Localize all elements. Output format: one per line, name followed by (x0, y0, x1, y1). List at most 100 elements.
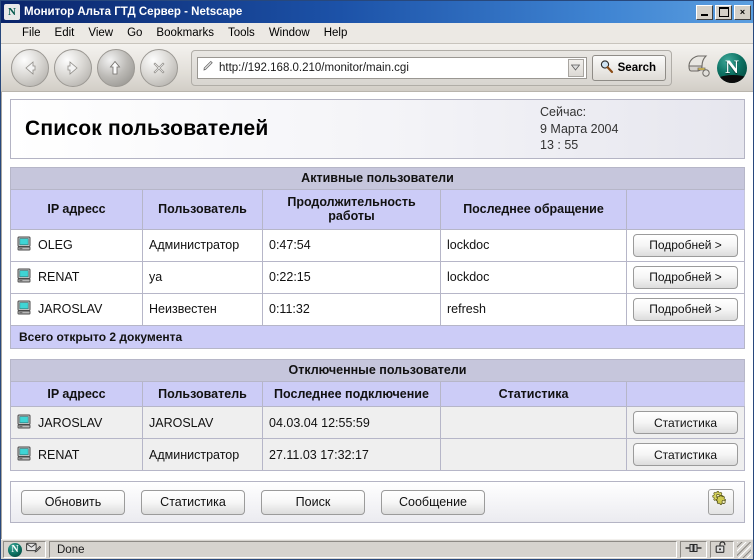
cell-last-connect: 04.03.04 12:55:59 (263, 407, 441, 439)
settings-button[interactable] (708, 489, 734, 515)
page-title: Список пользователей (25, 117, 540, 141)
cell-last-request: lockdoc (441, 261, 627, 293)
monitor-icon (17, 268, 33, 286)
details-button[interactable]: Подробней > (633, 234, 738, 257)
cell-action: Статистика (627, 439, 745, 471)
clock-time: 13 : 55 (540, 137, 730, 154)
resize-grip[interactable] (737, 542, 751, 558)
url-text: http://192.168.0.210/monitor/main.cgi (219, 62, 564, 74)
col-header-last-request: Последнее обращение (441, 190, 627, 230)
menu-item-bookmarks[interactable]: Bookmarks (149, 25, 221, 41)
cell-ip: JAROSLAV (11, 293, 143, 325)
search-button[interactable]: Search (592, 55, 666, 81)
table-row[interactable]: JAROSLAV Неизвестен 0:11:32 refresh Подр… (11, 293, 745, 325)
table-row[interactable]: RENAT ya 0:22:15 lockdoc Подробней > (11, 261, 745, 293)
pen-icon (202, 59, 215, 77)
inactive-users-caption-row: Отключенные пользователи (11, 359, 745, 381)
statistics-button[interactable]: Статистика (633, 411, 738, 434)
security-indicator[interactable] (710, 541, 734, 558)
table-row[interactable]: RENAT Администратор 27.11.03 17:32:17 Ст… (11, 439, 745, 471)
magnifier-icon (599, 59, 614, 77)
print-icon (682, 50, 712, 85)
title-bar: N Монитор Альта ГТД Сервер - Netscape × (1, 1, 753, 23)
print-button[interactable] (682, 50, 712, 85)
window-title: Монитор Альта ГТД Сервер - Netscape (24, 6, 696, 18)
menu-item-edit[interactable]: Edit (48, 25, 82, 41)
netscape-logo-letter: N (725, 57, 739, 79)
back-button[interactable] (11, 49, 49, 87)
stop-button[interactable] (140, 49, 178, 87)
col-header-ip: IP адресс (11, 190, 143, 230)
cell-last-connect: 27.11.03 17:32:17 (263, 439, 441, 471)
unlocked-padlock-icon (715, 541, 729, 559)
inactive-users-table: Отключенные пользователи IP адресс Польз… (10, 359, 745, 471)
cell-ip: OLEG (11, 229, 143, 261)
forward-button[interactable] (54, 49, 92, 87)
netscape-logo-icon[interactable]: N (717, 53, 747, 83)
cell-action: Подробней > (627, 293, 745, 325)
status-bar: N Done (1, 539, 753, 559)
details-button[interactable]: Подробней > (633, 298, 738, 321)
col2-header-stats: Статистика (441, 381, 627, 406)
clock-date: 9 Марта 2004 (540, 121, 730, 138)
col2-header-action (627, 381, 745, 406)
menu-bar: File Edit View Go Bookmarks Tools Window… (1, 23, 753, 44)
url-input[interactable]: http://192.168.0.210/monitor/main.cgi (197, 57, 587, 79)
connection-indicator[interactable] (680, 541, 707, 558)
statistics-button[interactable]: Статистика (141, 490, 245, 515)
minimize-button[interactable] (696, 5, 713, 20)
netscape-icon: N (4, 4, 20, 20)
cell-ip: RENAT (11, 261, 143, 293)
menu-item-file[interactable]: File (15, 25, 48, 41)
menu-item-view[interactable]: View (81, 25, 120, 41)
clock-now-label: Сейчас: (540, 104, 730, 121)
table-row[interactable]: JAROSLAV JAROSLAV 04.03.04 12:55:59 Стат… (11, 407, 745, 439)
cell-stats (441, 439, 627, 471)
cell-ip-text: RENAT (38, 270, 79, 284)
search-button-label: Search (618, 62, 656, 74)
monitor-icon (17, 414, 33, 432)
menu-item-go[interactable]: Go (120, 25, 149, 41)
active-users-caption: Активные пользователи (11, 168, 745, 190)
window-controls: × (696, 5, 751, 20)
forward-arrow-icon (63, 58, 83, 78)
location-bar: http://192.168.0.210/monitor/main.cgi Se… (191, 50, 672, 86)
page-content: Список пользователей Сейчас: 9 Марта 200… (1, 92, 753, 539)
cell-user: ya (143, 261, 263, 293)
monitor-icon (17, 300, 33, 318)
menu-item-window[interactable]: Window (262, 25, 317, 41)
cell-duration: 0:22:15 (263, 261, 441, 293)
cell-ip-text: JAROSLAV (38, 416, 102, 430)
table-row[interactable]: OLEG Администратор 0:47:54 lockdoc Подро… (11, 229, 745, 261)
col-header-user: Пользователь (143, 190, 263, 230)
details-button[interactable]: Подробней > (633, 266, 738, 289)
active-users-footer-row: Всего открыто 2 документа (11, 325, 745, 348)
cell-user: Неизвестен (143, 293, 263, 325)
refresh-button[interactable]: Обновить (21, 490, 125, 515)
network-connection-icon (685, 541, 702, 559)
cell-action: Подробней > (627, 261, 745, 293)
chevron-down-icon[interactable] (568, 59, 584, 77)
reload-button[interactable] (97, 49, 135, 87)
netscape-icon[interactable]: N (8, 543, 22, 557)
cell-user: Администратор (143, 439, 263, 471)
message-button[interactable]: Сообщение (381, 490, 485, 515)
statistics-button[interactable]: Статистика (633, 443, 738, 466)
col2-header-ip: IP адресс (11, 381, 143, 406)
cell-duration: 0:11:32 (263, 293, 441, 325)
inactive-users-caption: Отключенные пользователи (11, 359, 745, 381)
search-page-button[interactable]: Поиск (261, 490, 365, 515)
cell-last-request: lockdoc (441, 229, 627, 261)
browser-window: N Монитор Альта ГТД Сервер - Netscape × … (0, 0, 754, 560)
menu-item-tools[interactable]: Tools (221, 25, 262, 41)
back-arrow-icon (20, 58, 40, 78)
stop-icon (149, 58, 169, 78)
maximize-button[interactable] (715, 5, 732, 20)
cell-ip: JAROSLAV (11, 407, 143, 439)
mail-compose-icon[interactable] (26, 541, 41, 559)
cell-ip: RENAT (11, 439, 143, 471)
monitor-icon (17, 236, 33, 254)
status-text: Done (49, 541, 677, 558)
close-button[interactable]: × (734, 5, 751, 20)
menu-item-help[interactable]: Help (317, 25, 355, 41)
